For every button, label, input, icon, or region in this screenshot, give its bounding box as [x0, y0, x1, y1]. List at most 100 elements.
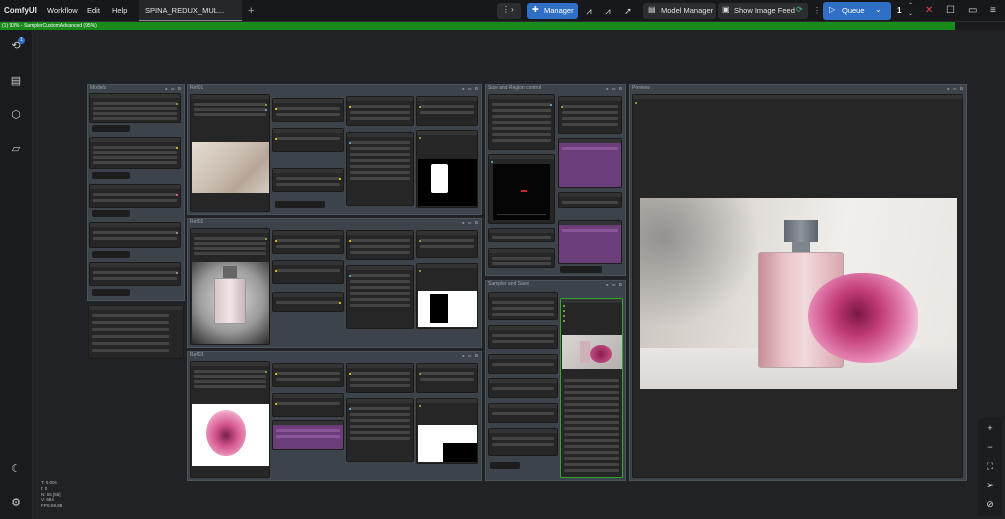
increment-icon[interactable]: ⌃	[908, 2, 913, 9]
node-style-model-loader[interactable]	[89, 222, 181, 248]
group-title: Ref03	[190, 352, 204, 358]
free-memory-icon[interactable]: ⩘	[601, 3, 615, 19]
group-controls-icon[interactable]: ▸ ▭ ⊟	[607, 281, 623, 288]
node-region-bypassed-2[interactable]	[558, 220, 622, 264]
node-collapsed[interactable]	[92, 251, 130, 258]
show-image-feed-button[interactable]: ▣ Show Image Feed ⟳	[718, 3, 808, 19]
drag-handle-icon[interactable]: ⋮	[813, 3, 821, 19]
node-ref03-d[interactable]	[346, 363, 414, 393]
node-unet-loader[interactable]	[89, 93, 181, 123]
node-region-a[interactable]	[488, 228, 555, 242]
node-ref02-e[interactable]	[346, 265, 414, 329]
zoom-in-icon[interactable]: +	[984, 422, 996, 434]
bottom-panel-icon[interactable]: ▭	[968, 3, 980, 19]
node-ref01-f[interactable]	[416, 96, 478, 126]
node-collapsed[interactable]	[92, 289, 130, 296]
group-controls-icon[interactable]: ▸ ▭ ⊟	[463, 352, 479, 359]
node-collapsed[interactable]	[275, 201, 325, 208]
ref03-mask-preview	[418, 425, 477, 462]
model-manager-button[interactable]: ▤ Model Manager	[643, 3, 716, 19]
focus-mode-icon[interactable]: ☐	[946, 3, 958, 19]
new-tab-plus-icon[interactable]: +	[248, 0, 254, 22]
node-sampler-custom-advanced-running[interactable]	[560, 298, 623, 478]
node-ref03-e[interactable]	[346, 398, 414, 462]
batch-count-stepper[interactable]: 1 ⌃ ⌄	[893, 3, 919, 19]
node-ref02-f[interactable]	[416, 230, 478, 258]
node-collapsed[interactable]	[92, 172, 130, 179]
node-load-image-ref03[interactable]	[190, 361, 270, 478]
node-sampler-a[interactable]	[488, 292, 558, 320]
node-ref02-d[interactable]	[346, 230, 414, 260]
node-ref03-bypassed[interactable]	[272, 420, 344, 450]
tab-workflow[interactable]: SPINA_REDUX_MUL...	[139, 0, 242, 21]
node-region-b[interactable]	[488, 248, 555, 268]
decrement-icon[interactable]: ⌄	[908, 10, 913, 17]
cancel-x-icon[interactable]: ✕	[925, 3, 937, 19]
fit-view-icon[interactable]: ⛶	[984, 460, 996, 472]
node-ref02-a[interactable]	[272, 230, 344, 254]
node-sampler-e[interactable]	[488, 403, 558, 423]
progress-fill	[0, 22, 955, 30]
node-sampler-f[interactable]	[488, 428, 558, 456]
group-controls-icon[interactable]: ▸ ▭ ⊟	[948, 85, 964, 92]
queue-list-icon[interactable]: ▤	[9, 74, 23, 88]
menu-help[interactable]: Help	[112, 0, 127, 22]
node-collapsed[interactable]	[560, 266, 602, 273]
node-region-bypassed-1[interactable]	[558, 138, 622, 188]
node-vae-loader[interactable]	[89, 184, 181, 208]
group-controls-icon[interactable]: ▸ ▭ ⊟	[607, 85, 623, 92]
node-collapsed[interactable]	[490, 462, 520, 469]
manager-button[interactable]: ✚ Manager	[527, 3, 578, 19]
node-ref02-mask[interactable]	[416, 263, 478, 329]
node-ref01-c[interactable]	[272, 168, 344, 192]
node-ref01-a[interactable]	[272, 98, 344, 122]
node-settings-list[interactable]	[88, 305, 184, 359]
workflows-folder-icon[interactable]: ▱	[9, 142, 23, 156]
queue-button[interactable]: ▷ Queue ⌄	[823, 2, 891, 20]
node-ref01-mask[interactable]	[416, 130, 478, 208]
node-clip-vision-loader[interactable]	[89, 262, 181, 286]
node-ref01-e[interactable]	[346, 132, 414, 206]
chevron-down-icon[interactable]: ⌄	[875, 5, 882, 14]
group-controls-icon[interactable]: ▸ ▭ ⊟	[463, 85, 479, 92]
node-ref02-c[interactable]	[272, 292, 344, 312]
node-region-d[interactable]	[558, 192, 622, 208]
node-ref03-f[interactable]	[416, 363, 478, 393]
node-clip-loader[interactable]	[89, 137, 181, 169]
node-region-c[interactable]	[558, 96, 622, 134]
toggle-on-icon: ⟳	[796, 5, 803, 14]
node-ref02-b[interactable]	[272, 260, 344, 284]
node-size-control[interactable]	[488, 94, 555, 150]
menu-edit[interactable]: Edit	[87, 0, 100, 22]
queue-badge: 1	[18, 37, 25, 44]
app-logo[interactable]: ComfyUI	[4, 0, 37, 22]
node-region-preview[interactable]	[488, 154, 555, 224]
share-arrow-icon[interactable]: ➚	[621, 3, 635, 19]
unload-models-icon[interactable]: ⩘	[582, 3, 596, 19]
node-sampler-c[interactable]	[488, 354, 558, 374]
group-controls-icon[interactable]: ▸ ▭ ⊟	[166, 85, 182, 92]
hamburger-menu-icon[interactable]: ≡	[990, 3, 1002, 19]
node-sampler-d[interactable]	[488, 378, 558, 398]
node-ref01-d[interactable]	[346, 96, 414, 126]
ref01-image-thumbnail	[192, 142, 269, 193]
node-preview-image[interactable]	[632, 94, 963, 478]
toggle-links-icon[interactable]: ⊘	[984, 498, 996, 510]
actionbar-menu-button[interactable]: ⋮ ›	[497, 3, 521, 19]
node-ref03-mask[interactable]	[416, 398, 478, 464]
node-ref01-b[interactable]	[272, 128, 344, 152]
node-load-image-ref02[interactable]	[190, 228, 270, 345]
node-collapsed[interactable]	[92, 210, 130, 217]
zoom-out-icon[interactable]: −	[984, 441, 996, 453]
node-sampler-b[interactable]	[488, 325, 558, 349]
model-library-icon[interactable]: ⬡	[9, 108, 23, 122]
node-load-image-ref01[interactable]	[190, 94, 270, 212]
node-collapsed[interactable]	[92, 125, 130, 132]
settings-gear-icon[interactable]: ⚙	[9, 496, 23, 510]
node-ref03-a[interactable]	[272, 363, 344, 387]
node-ref03-b[interactable]	[272, 393, 344, 417]
theme-moon-icon[interactable]: ☾	[9, 462, 23, 476]
menu-workflow[interactable]: Workflow	[47, 0, 78, 22]
select-mode-icon[interactable]: ➢	[984, 479, 996, 491]
group-controls-icon[interactable]: ▸ ▭ ⊟	[463, 219, 479, 226]
